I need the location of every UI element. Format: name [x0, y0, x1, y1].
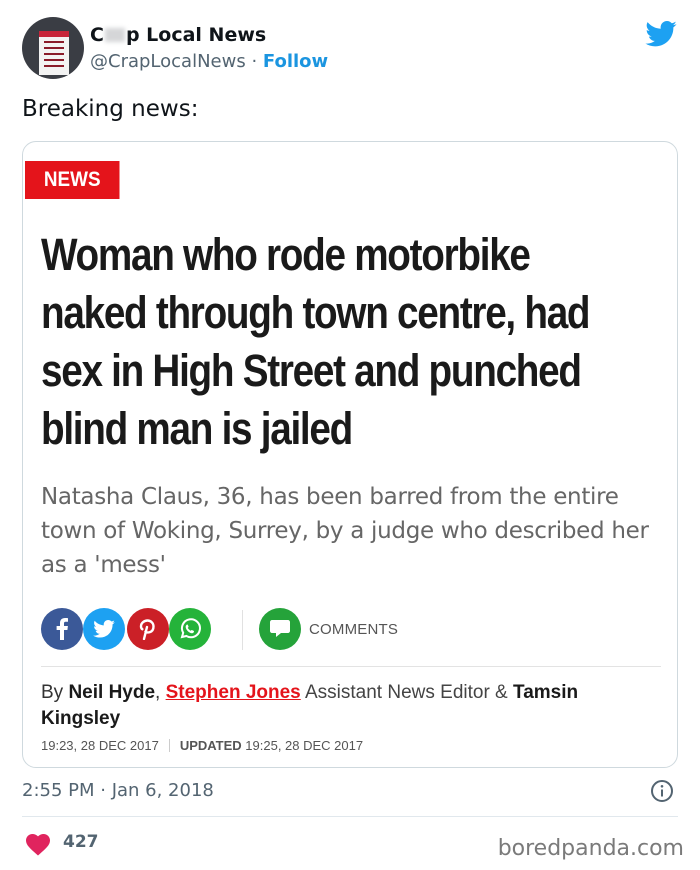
share-divider [242, 610, 243, 650]
censor-blur [104, 28, 125, 42]
avatar-sign-image [39, 31, 69, 75]
watermark: boredpanda.com [497, 836, 684, 861]
published-date: 19:23, 28 DEC 2017 [41, 738, 159, 753]
comments-button[interactable] [259, 608, 301, 650]
author-neil-hyde: Neil Hyde [68, 682, 156, 703]
article-headline: Woman who rode motorbike naked through t… [41, 229, 591, 454]
article-card[interactable]: NEWS Woman who rode motorbike naked thro… [22, 141, 678, 768]
twitter-bird-icon[interactable] [645, 21, 677, 47]
updated-label: UPDATED [179, 738, 242, 753]
user-name[interactable]: Cp Local News [90, 24, 266, 46]
article-dates: 19:23, 28 DEC 2017 UPDATED 19:25, 28 DEC … [41, 738, 363, 753]
pinterest-share-button[interactable] [127, 608, 169, 650]
twitter-share-button[interactable] [83, 608, 125, 650]
whatsapp-share-button[interactable] [169, 608, 211, 650]
facebook-share-button[interactable] [41, 608, 83, 650]
updated-date: 19:25, 28 DEC 2017 [241, 738, 364, 753]
pinterest-icon [139, 619, 155, 640]
card-divider [41, 666, 661, 667]
share-row: COMMENTS [41, 608, 661, 652]
like-count: 427 [63, 832, 99, 852]
author-stephen-jones-link[interactable]: Stephen Jones [166, 682, 301, 703]
comments-link[interactable]: COMMENTS [309, 621, 398, 638]
news-tag: NEWS [25, 161, 120, 199]
tweet-header: Cp Local News @CrapLocalNews · Follow [22, 16, 682, 82]
avatar[interactable] [22, 17, 84, 79]
whatsapp-icon [180, 618, 201, 639]
info-icon[interactable] [650, 779, 674, 803]
follow-button[interactable]: Follow [263, 51, 328, 72]
handle-row: @CrapLocalNews · Follow [90, 51, 329, 72]
facebook-icon [56, 618, 68, 640]
comment-bubble-icon [270, 620, 290, 637]
twitter-icon [93, 620, 115, 638]
article-byline: By Neil Hyde, Stephen Jones Assistant Ne… [41, 682, 579, 729]
tweet-timestamp[interactable]: 2:55 PM · Jan 6, 2018 [22, 780, 214, 801]
tweet-divider [22, 816, 678, 817]
tweet-text: Breaking news: [22, 96, 199, 122]
article-standfirst: Natasha Claus, 36, has been barred from … [41, 484, 649, 578]
heart-icon[interactable] [26, 834, 50, 856]
user-handle[interactable]: @CrapLocalNews [90, 51, 246, 72]
